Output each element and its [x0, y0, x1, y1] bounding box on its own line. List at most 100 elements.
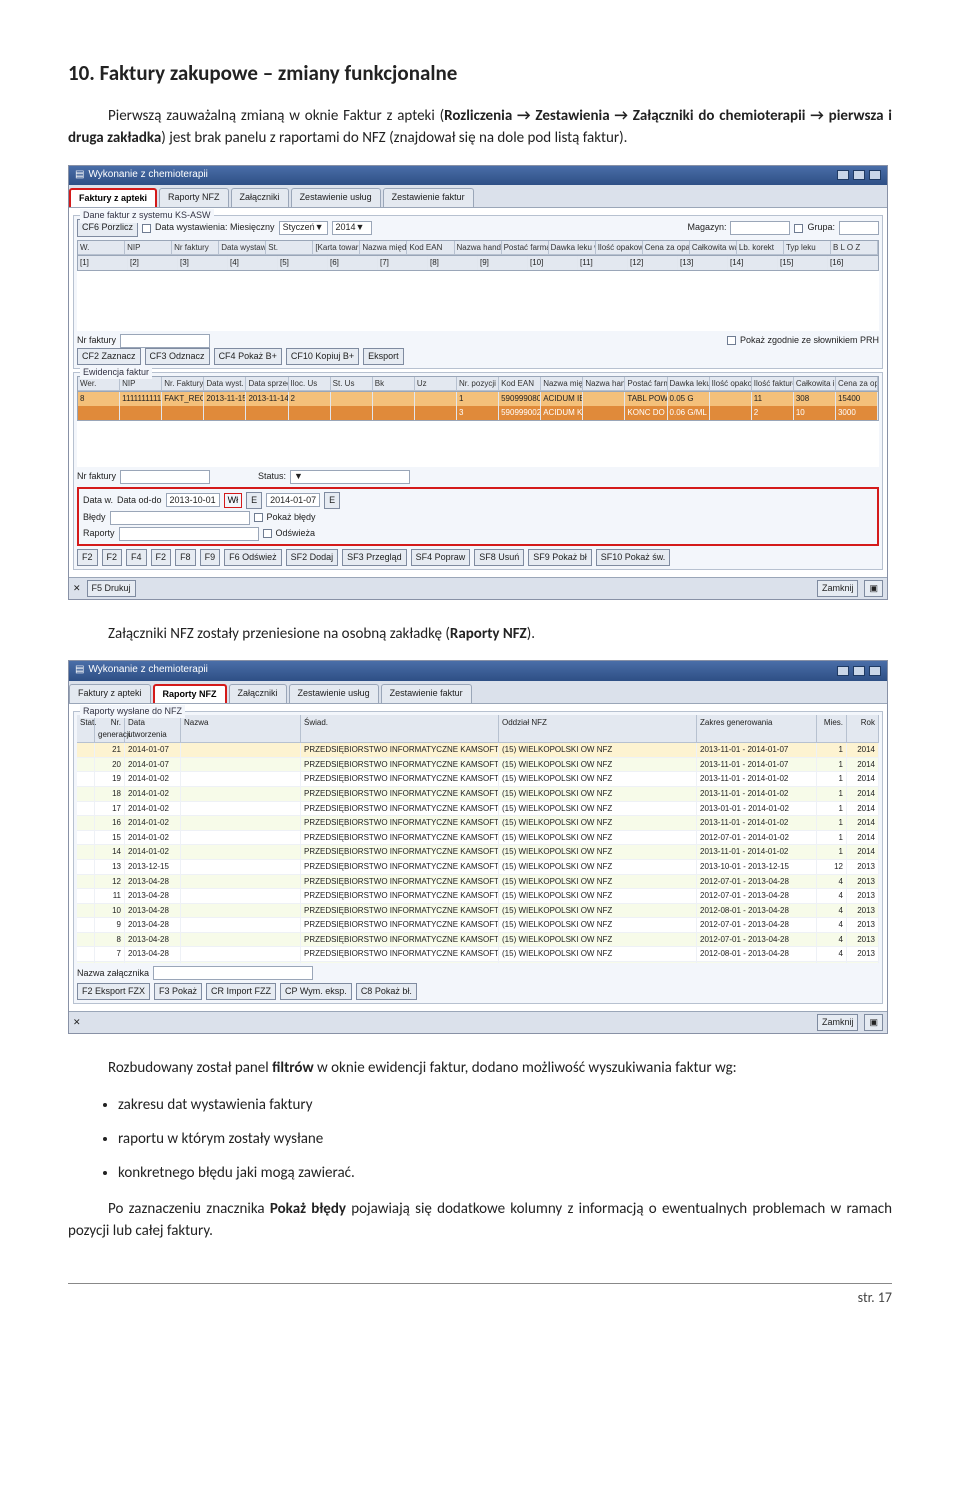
cmd-button[interactable]: CF4 Pokaż B+: [214, 348, 282, 365]
col-rok[interactable]: Rok: [847, 715, 879, 742]
fn-button[interactable]: SF9 Pokaż bł: [528, 549, 592, 566]
table-row[interactable]: 102013-04-28PRZEDSIĘBIORSTWO INFORMATYCZ…: [77, 904, 879, 919]
grid-header-cell[interactable]: St.: [266, 241, 313, 256]
grid-header-cell[interactable]: NIP: [125, 241, 172, 256]
tab-zestawienie-faktur[interactable]: Zestawienie faktur: [381, 684, 472, 703]
col-nrgen[interactable]: Nr. generacji: [95, 715, 125, 742]
table-row[interactable]: 82013-04-28PRZEDSIĘBIORSTWO INFORMATYCZN…: [77, 933, 879, 948]
fn-button[interactable]: F8: [175, 549, 196, 566]
minimize-icon[interactable]: [837, 170, 849, 180]
grid-header-cell[interactable]: Data wyst.: [204, 377, 246, 392]
filter-bledy-select[interactable]: [110, 511, 250, 525]
date-to-input[interactable]: 2014-01-07: [266, 493, 320, 507]
table-row[interactable]: 35909990025814ACIDUM KLODRON BONEFOS IZK…: [78, 406, 878, 420]
fn-button[interactable]: SF8 Usuń: [474, 549, 524, 566]
grupa-select[interactable]: [839, 221, 879, 235]
grid-header-cell[interactable]: B L O Z: [831, 241, 878, 256]
grid-header-cell[interactable]: Dawka leku w postaci farmaceutycznej [Ka…: [549, 241, 596, 256]
checkbox-cf6[interactable]: [142, 224, 151, 233]
grid-header-cell[interactable]: Nazwa handlowa leku: [583, 377, 625, 392]
grid-header-cell[interactable]: Nazwa międzyn. leku wg wykazu substancji…: [360, 241, 407, 256]
close-icon[interactable]: [869, 170, 881, 180]
table-row[interactable]: 112013-04-28PRZEDSIĘBIORSTWO INFORMATYCZ…: [77, 889, 879, 904]
cmd-button[interactable]: Eksport: [363, 348, 404, 365]
col-oddzial[interactable]: Oddział NFZ: [499, 715, 697, 742]
table-row[interactable]: 62013-04-28PRZEDSIĘBIORSTWO INFORMATYCZN…: [77, 962, 879, 963]
fn-button[interactable]: CP Wym. eksp.: [280, 983, 352, 1000]
table-row[interactable]: 192014-01-02PRZEDSIĘBIORSTWO INFORMATYCZ…: [77, 772, 879, 787]
table-row[interactable]: 172014-01-02PRZEDSIĘBIORSTWO INFORMATYCZ…: [77, 802, 879, 817]
tab-zalaczniki[interactable]: Załączniki: [229, 684, 287, 703]
cmd-button[interactable]: CF3 Odznacz: [145, 348, 210, 365]
table-row[interactable]: 122013-04-28PRZEDSIĘBIORSTWO INFORMATYCZ…: [77, 875, 879, 890]
table-row[interactable]: 202014-01-07PRZEDSIĘBIORSTWO INFORMATYCZ…: [77, 758, 879, 773]
grid-header-cell[interactable]: Data wystawienia poz. faktury: [219, 241, 266, 256]
grid-header-cell[interactable]: Nazwa międzynarodowa leku wg wykazu subs…: [541, 377, 583, 392]
grid-header-cell[interactable]: St. Us: [331, 377, 373, 392]
grid-header-cell[interactable]: Nr. Faktury: [162, 377, 204, 392]
grid-header-cell[interactable]: Ilość opakowań na fakturze: [710, 377, 752, 392]
fn-button[interactable]: F6 Odśwież: [224, 549, 282, 566]
fn-button[interactable]: F2 Eksport FZX: [77, 983, 150, 1000]
f5-drukuj-button[interactable]: F5 Drukuj: [87, 580, 136, 597]
grid-header-cell[interactable]: Typ leku: [784, 241, 831, 256]
nr-faktury-input[interactable]: [120, 334, 210, 348]
grid-header-cell[interactable]: Lb. korekt: [737, 241, 784, 256]
fn-button[interactable]: F9: [200, 549, 221, 566]
grid-header-cell[interactable]: Nr. pozycji faktury: [457, 377, 499, 392]
grid-header-cell[interactable]: W.: [78, 241, 125, 256]
col-stat[interactable]: Stat.: [77, 715, 95, 742]
tab-raporty-nfz[interactable]: Raporty NFZ: [159, 188, 229, 207]
col-nazwa[interactable]: Nazwa: [181, 715, 301, 742]
fn-button[interactable]: SF4 Popraw: [411, 549, 471, 566]
col-data-utw[interactable]: Data utworzenia: [125, 715, 181, 742]
table-row[interactable]: 162014-01-02PRZEDSIĘBIORSTWO INFORMATYCZ…: [77, 816, 879, 831]
magazyn-select[interactable]: [730, 221, 790, 235]
fn-button[interactable]: SF10 Pokaż św.: [596, 549, 671, 566]
grid-header-cell[interactable]: Całkowita ilość fakturowanego leku: [794, 377, 836, 392]
grid-header-cell[interactable]: [Karta towaru]: [313, 241, 360, 256]
grid-header-cell[interactable]: Postać farmaceutyczna leku [Karta towaru…: [502, 241, 549, 256]
year-select[interactable]: 2014 ▼: [332, 221, 372, 235]
tab-zestawienie-uslug[interactable]: Zestawienie usług: [291, 188, 381, 207]
cmd-button[interactable]: CF2 Zaznacz: [77, 348, 141, 365]
fn-button[interactable]: F3 Pokaż: [154, 983, 202, 1000]
date-from-picker[interactable]: E: [246, 492, 262, 509]
maximize-icon[interactable]: [853, 666, 865, 676]
tab-raporty-nfz[interactable]: Raporty NFZ: [153, 684, 227, 703]
footer-extra-button[interactable]: ▣: [864, 580, 883, 597]
grid-header-cell[interactable]: Ilość fakturowanego leku [sztuk]: [752, 377, 794, 392]
grupa-checkbox[interactable]: [794, 224, 803, 233]
grid-header-cell[interactable]: Kod EAN: [407, 241, 454, 256]
odswieza-checkbox[interactable]: [263, 529, 272, 538]
grid-header-cell[interactable]: Nazwa handlowa leku [Karta towaru]: [455, 241, 502, 256]
tab-zestawienie-uslug[interactable]: Zestawienie usług: [289, 684, 379, 703]
month-select[interactable]: Styczeń ▼: [279, 221, 328, 235]
close-x-icon[interactable]: ✕: [73, 1016, 81, 1029]
fn-button[interactable]: C8 Pokaż bł.: [356, 983, 417, 1000]
close-button[interactable]: Zamknij: [817, 580, 859, 597]
grid-header-cell[interactable]: Dawka leku w postaci farmaceutycznej: [668, 377, 710, 392]
table-row[interactable]: 142014-01-02PRZEDSIĘBIORSTWO INFORMATYCZ…: [77, 845, 879, 860]
nr-faktury-input-2[interactable]: [120, 470, 210, 484]
tab-faktury-z-apteki[interactable]: Faktury z apteki: [69, 684, 151, 703]
fn-button[interactable]: CR Import FZZ: [206, 983, 276, 1000]
cmd-button[interactable]: CF10 Kopiuj B+: [286, 348, 359, 365]
fn-button[interactable]: F4: [126, 549, 147, 566]
grid-header-cell[interactable]: NIP: [120, 377, 162, 392]
col-zakres[interactable]: Zakres generowania: [697, 715, 817, 742]
minimize-icon[interactable]: [837, 666, 849, 676]
close-x-icon[interactable]: ✕: [73, 582, 81, 595]
table-row[interactable]: 212014-01-07PRZEDSIĘBIORSTWO INFORMATYCZ…: [77, 743, 879, 758]
table-row[interactable]: 152014-01-02PRZEDSIĘBIORSTWO INFORMATYCZ…: [77, 831, 879, 846]
grid-header-cell[interactable]: Postać farmaceutyczna leku: [625, 377, 667, 392]
fn-button[interactable]: SF3 Przegląd: [342, 549, 407, 566]
footer-extra-button-2[interactable]: ▣: [864, 1014, 883, 1031]
close-icon[interactable]: [869, 666, 881, 676]
grid-header-cell[interactable]: Cena za opa [zł]: [836, 377, 878, 392]
fn-button[interactable]: F2: [151, 549, 172, 566]
col-mies[interactable]: Mies.: [817, 715, 847, 742]
maximize-icon[interactable]: [853, 170, 865, 180]
grid-header-cell[interactable]: Bk: [373, 377, 415, 392]
grid-header-cell[interactable]: Data sprzedaży: [246, 377, 288, 392]
